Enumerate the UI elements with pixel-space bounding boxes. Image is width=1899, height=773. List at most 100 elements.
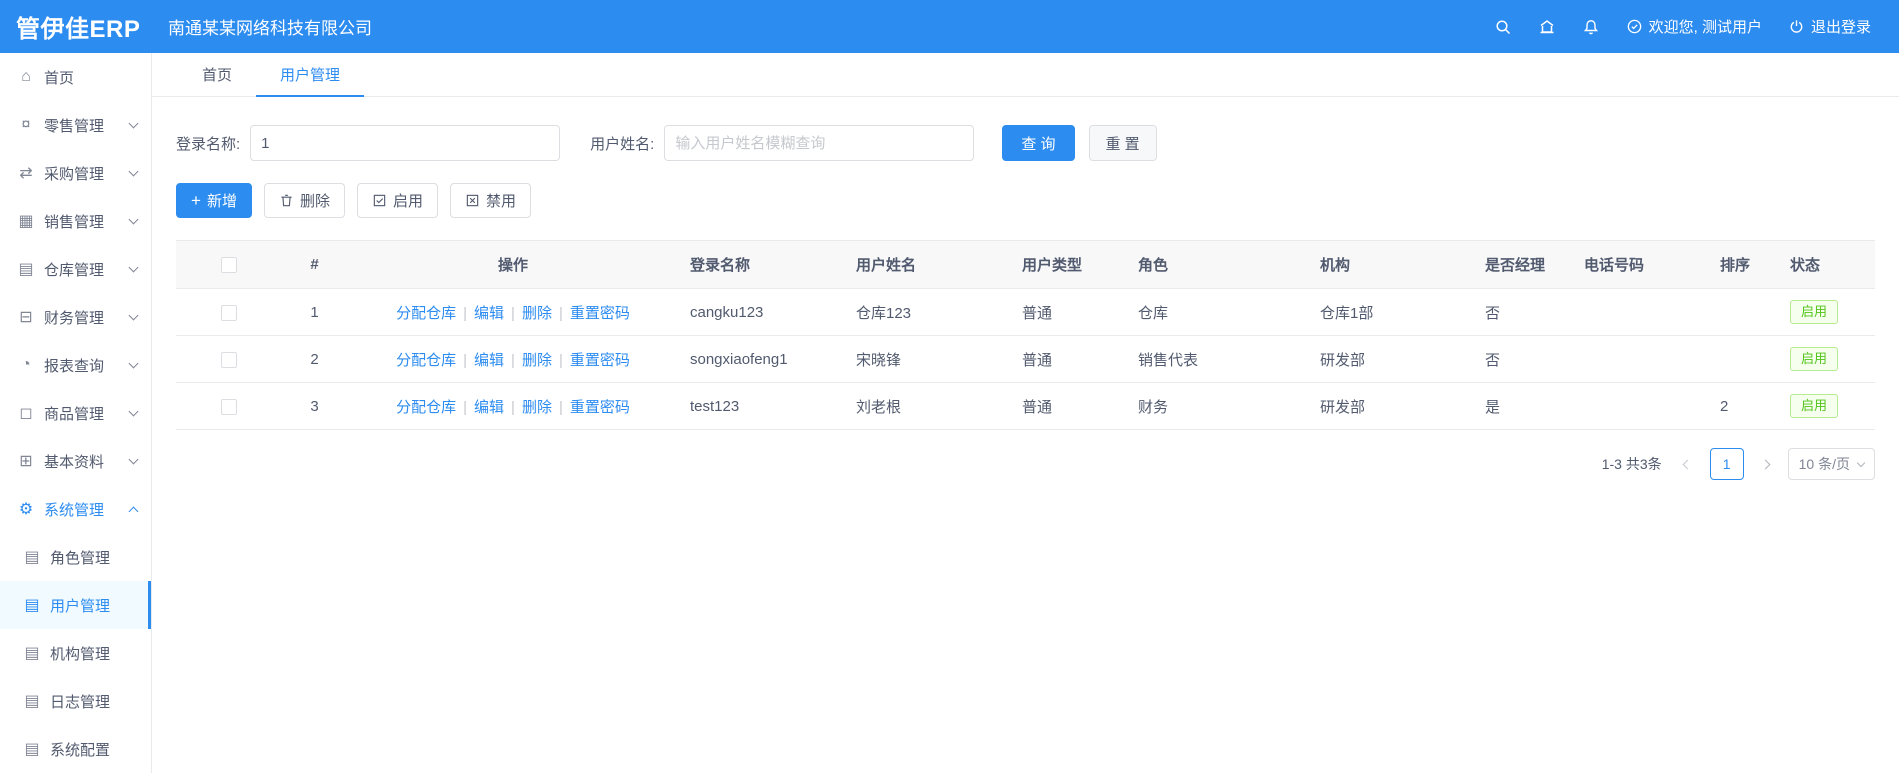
add-button[interactable]: + 新增	[176, 183, 252, 218]
status-badge[interactable]: 启用	[1790, 299, 1839, 325]
login-name-input[interactable]	[250, 125, 561, 161]
page-size-select[interactable]: 10 条/页	[1787, 448, 1875, 480]
op-edit-link[interactable]: 编辑	[474, 352, 504, 369]
table-body: 1 分配仓库 | 编辑 | 删除 | 重置密码 cangku123 仓库123 普通 仓库 仓库1部否启…	[176, 288, 1875, 430]
bell-icon[interactable]	[1582, 18, 1600, 36]
op-separator: |	[463, 304, 468, 322]
action-toolbar: + 新增 删除 启用 禁用	[176, 183, 1875, 218]
search-icon[interactable]	[1494, 18, 1512, 36]
column-header: 是否经理	[1473, 240, 1572, 289]
sidebar-item-purchase[interactable]: ⇄ 采购管理	[0, 149, 151, 197]
sidebar-item-config[interactable]: ▤ 系统配置	[0, 725, 151, 773]
cell-phone	[1572, 288, 1708, 336]
sidebar-item-label: 零售管理	[44, 117, 105, 135]
chevron-down-icon	[128, 310, 139, 321]
op-edit-link[interactable]: 编辑	[474, 305, 504, 322]
sidebar-item-home[interactable]: ⌂ 首页	[0, 53, 151, 101]
table-row: 1 分配仓库 | 编辑 | 删除 | 重置密码 cangku123 仓库123 普通 仓库 仓库1部否 启…	[176, 288, 1875, 336]
sidebar-item-finance[interactable]: ⊟ 财务管理	[0, 293, 151, 341]
disable-button[interactable]: 禁用	[449, 183, 531, 218]
chevron-left-icon	[1682, 459, 1693, 469]
page-content: 登录名称: 用户姓名: 查 询 重 置 + 新增 删除	[152, 97, 1899, 773]
sidebar-item-org[interactable]: ▤ 机构管理	[0, 629, 151, 677]
status-badge[interactable]: 启用	[1790, 346, 1839, 372]
sidebar-item-product[interactable]: ◻ 商品管理	[0, 389, 151, 437]
system-icon: ⚙	[18, 501, 34, 518]
sidebar-item-label: 仓库管理	[44, 261, 105, 279]
enable-button[interactable]: 启用	[356, 183, 438, 218]
home-icon: ⌂	[21, 68, 31, 85]
op-separator: |	[558, 398, 563, 416]
tab-首页[interactable]: 首页	[178, 53, 256, 96]
x-square-icon	[465, 193, 480, 208]
op-delete-link[interactable]: 删除	[522, 352, 552, 369]
next-page-button[interactable]	[1754, 448, 1778, 480]
filter-bar: 登录名称: 用户姓名: 查 询 重 置	[176, 125, 1875, 161]
basic-icon: ⊞	[19, 453, 33, 470]
row-checkbox[interactable]	[220, 351, 237, 368]
column-header: 机构	[1308, 240, 1473, 289]
row-index: 1	[281, 288, 348, 336]
sidebar-item-retail[interactable]: ¤ 零售管理	[0, 101, 151, 149]
sidebar-item-report[interactable]: ◔ 报表查询	[0, 341, 151, 389]
page-size-value: 10 条/页	[1798, 456, 1850, 472]
op-reset-password-link[interactable]: 重置密码	[570, 352, 630, 369]
sidebar-item-sales[interactable]: ▦ 销售管理	[0, 197, 151, 245]
chevron-right-icon	[1760, 459, 1771, 469]
current-page[interactable]: 1	[1709, 448, 1744, 480]
sidebar-item-warehouse[interactable]: ▤ 仓库管理	[0, 245, 151, 293]
logout-button[interactable]: 退出登录	[1788, 16, 1871, 37]
op-assign-warehouse-link[interactable]: 分配仓库	[396, 352, 456, 369]
delete-button[interactable]: 删除	[263, 183, 345, 218]
row-index: 3	[281, 382, 348, 430]
op-reset-password-link[interactable]: 重置密码	[570, 305, 630, 322]
reset-button[interactable]: 重 置	[1088, 125, 1157, 161]
user-name-label: 用户姓名:	[590, 135, 655, 153]
search-button[interactable]: 查 询	[1002, 125, 1075, 161]
op-assign-warehouse-link[interactable]: 分配仓库	[396, 399, 456, 416]
enable-button-label: 启用	[392, 193, 423, 210]
op-edit-link[interactable]: 编辑	[474, 399, 504, 416]
sidebar-item-user[interactable]: ▤ 用户管理	[0, 581, 151, 629]
op-delete-link[interactable]: 删除	[522, 399, 552, 416]
sidebar-item-label: 系统配置	[50, 741, 111, 759]
op-reset-password-link[interactable]: 重置密码	[570, 399, 630, 416]
select-all-checkbox[interactable]	[220, 257, 237, 274]
table-row: 2 分配仓库 | 编辑 | 删除 | 重置密码 songxiaofeng1 宋晓锋 普通 销售代表 研发…	[176, 335, 1875, 383]
cell-type: 普通	[1010, 382, 1126, 430]
cell-manager: 否	[1473, 335, 1572, 383]
disable-button-label: 禁用	[485, 193, 516, 210]
status-badge[interactable]: 启用	[1790, 393, 1839, 419]
tab-用户管理[interactable]: 用户管理	[256, 53, 365, 97]
chevron-up-icon	[128, 506, 139, 516]
sidebar-item-system[interactable]: ⚙ 系统管理	[0, 485, 151, 533]
cell-login: cangku123	[678, 288, 844, 336]
sidebar-item-log[interactable]: ▤ 日志管理	[0, 677, 151, 725]
column-header: #	[281, 240, 348, 289]
row-index: 2	[281, 335, 348, 383]
plus-icon: +	[191, 191, 201, 210]
cell-status: 启用	[1778, 288, 1875, 336]
op-delete-link[interactable]: 删除	[522, 305, 552, 322]
sidebar-item-role[interactable]: ▤ 角色管理	[0, 533, 151, 581]
sidebar-item-basic[interactable]: ⊞ 基本资料	[0, 437, 151, 485]
welcome-user[interactable]: 欢迎您, 测试用户	[1626, 16, 1762, 37]
home-icon[interactable]	[1538, 18, 1556, 36]
row-checkbox[interactable]	[220, 398, 237, 415]
sidebar-item-label: 角色管理	[50, 549, 111, 567]
op-separator: |	[558, 351, 563, 369]
doc-icon: ▤	[24, 597, 40, 614]
op-separator: |	[558, 304, 563, 322]
cell-login: test123	[678, 382, 844, 430]
row-checkbox[interactable]	[220, 304, 237, 321]
op-separator: |	[463, 398, 468, 416]
user-name-input[interactable]	[664, 125, 975, 161]
cell-role: 财务	[1126, 382, 1308, 430]
op-assign-warehouse-link[interactable]: 分配仓库	[396, 305, 456, 322]
sidebar-item-label: 销售管理	[44, 213, 105, 231]
op-separator: |	[511, 304, 515, 322]
sidebar-item-label: 财务管理	[44, 309, 105, 327]
column-header: 用户姓名	[844, 240, 1010, 289]
top-header: 管伊佳ERP 南通某某网络科技有限公司 欢迎您, 测试用户 退出登录	[0, 0, 1899, 53]
prev-page-button[interactable]	[1676, 448, 1700, 480]
